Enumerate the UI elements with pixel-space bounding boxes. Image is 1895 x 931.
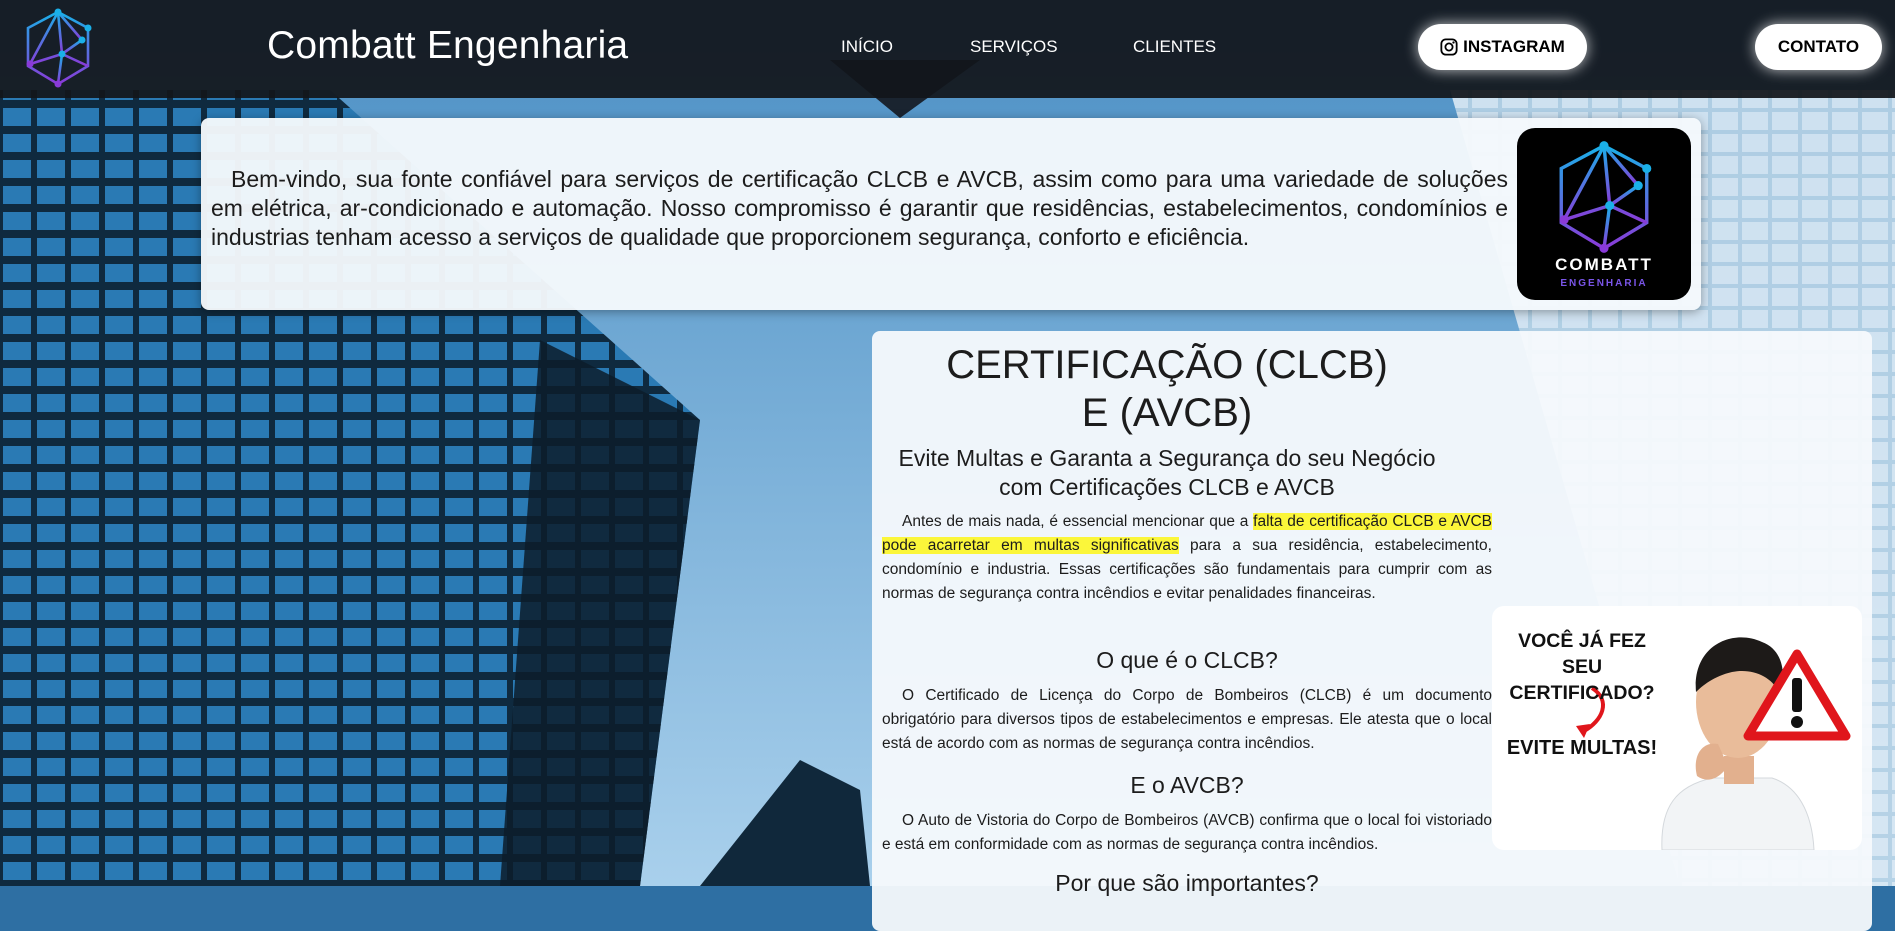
contact-button[interactable]: CONTATO bbox=[1755, 24, 1882, 70]
logo-tagline: ENGENHARIA bbox=[1560, 278, 1648, 289]
nav-servicos[interactable]: SERVIÇOS bbox=[970, 37, 1058, 57]
intro-text: Bem-vindo, sua fonte confiável para serv… bbox=[211, 166, 1508, 250]
certification-intro: Antes de mais nada, é essencial menciona… bbox=[882, 510, 1492, 606]
avcb-heading: E o AVCB? bbox=[1130, 772, 1244, 798]
top-navigation-bar: Combatt Engenharia INÍCIO SERVIÇOS CLIEN… bbox=[0, 0, 1895, 98]
intro-before: Antes de mais nada, é essencial menciona… bbox=[902, 513, 1254, 530]
why-heading: Por que são importantes? bbox=[1055, 870, 1319, 896]
promo-banner: VOCÊ JÁ FEZ SEU CERTIFICADO? EVITE MULTA… bbox=[1492, 606, 1862, 850]
brand-name[interactable]: Combatt Engenharia bbox=[267, 24, 628, 68]
instagram-label: INSTAGRAM bbox=[1463, 37, 1565, 56]
intro-card: Bem-vindo, sua fonte confiável para serv… bbox=[201, 118, 1701, 310]
nav-clientes[interactable]: CLIENTES bbox=[1133, 37, 1216, 57]
combatt-logo-icon[interactable] bbox=[22, 8, 94, 88]
promo-call: EVITE MULTAS! bbox=[1506, 737, 1658, 759]
certification-subtitle: Evite Multas e Garanta a Segurança do se… bbox=[898, 445, 1436, 500]
clcb-heading: O que é o CLCB? bbox=[1096, 647, 1278, 673]
combatt-logo-card: COMBATT ENGENHARIA bbox=[1517, 128, 1691, 300]
promo-question: VOCÊ JÁ FEZ SEU CERTIFICADO? bbox=[1509, 630, 1655, 704]
instagram-button[interactable]: INSTAGRAM bbox=[1418, 24, 1587, 70]
nav-inicio[interactable]: INÍCIO bbox=[841, 37, 893, 57]
avcb-text: O Auto de Vistoria do Corpo de Bombeiros… bbox=[882, 812, 1492, 853]
logo-wordmark: COMBATT bbox=[1555, 255, 1653, 274]
certification-title: CERTIFICAÇÃO (CLCB) E (AVCB) bbox=[946, 343, 1388, 435]
clcb-text: O Certificado de Licença do Corpo de Bom… bbox=[882, 687, 1492, 752]
instagram-icon bbox=[1440, 38, 1458, 56]
combatt-logo-icon bbox=[1559, 141, 1652, 253]
